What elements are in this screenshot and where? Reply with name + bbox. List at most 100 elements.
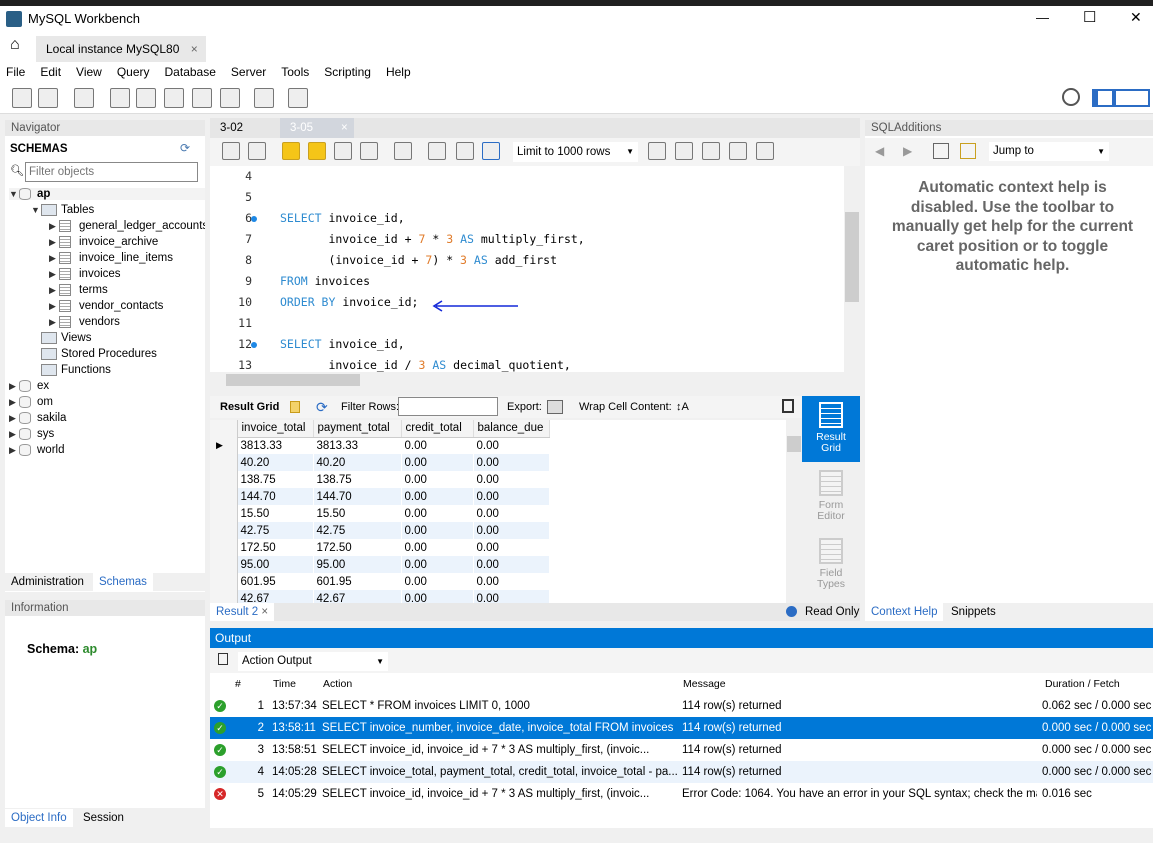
search-table-data-icon[interactable] xyxy=(254,88,274,108)
find-icon[interactable] xyxy=(702,142,720,160)
grid-cell[interactable]: 15.50 xyxy=(313,505,402,522)
grid-cell[interactable]: 172.50 xyxy=(313,539,402,556)
column-header[interactable]: balance_due xyxy=(473,420,550,438)
grid-cell[interactable]: 42.75 xyxy=(237,522,314,539)
open-file-icon[interactable] xyxy=(222,142,240,160)
sql-editor[interactable]: 4 5 6 SELECT invoice_id, 7 invoice_id + 7 * … xyxy=(210,166,844,372)
expand-icon[interactable]: ▶ xyxy=(49,269,59,280)
grid-cell[interactable]: 42.75 xyxy=(313,522,402,539)
grid-cell[interactable]: 0.00 xyxy=(401,573,474,590)
table-item[interactable]: ▶ vendors xyxy=(49,316,205,328)
grid-cell[interactable]: 0.00 xyxy=(401,539,474,556)
schema-sakila[interactable]: ▶ sakila xyxy=(9,412,66,424)
column-header[interactable]: invoice_total xyxy=(237,420,314,438)
grid-cell[interactable]: 0.00 xyxy=(401,471,474,488)
expand-icon[interactable]: ▶ xyxy=(49,285,59,296)
close-tab-icon[interactable]: × xyxy=(341,122,348,134)
row-header[interactable] xyxy=(210,454,238,471)
table-row[interactable]: ▶ 3813.33 3813.33 0.00 0.00 xyxy=(210,437,550,454)
folder-views[interactable]: Views xyxy=(41,332,91,344)
filter-rows-input[interactable] xyxy=(398,397,498,416)
create-table-icon[interactable] xyxy=(136,88,156,108)
row-header[interactable] xyxy=(210,573,238,590)
settings-gear-icon[interactable] xyxy=(1062,88,1080,106)
collapse-icon[interactable]: ▼ xyxy=(31,205,41,215)
tab-administration[interactable]: Administration xyxy=(5,573,90,591)
table-row[interactable]: 42.75 42.75 0.00 0.00 xyxy=(210,522,550,539)
output-row[interactable]: ✓ 1 13:57:34 SELECT * FROM invoices LIMIT 0… xyxy=(210,695,1153,717)
wrap-icon[interactable]: ↕A xyxy=(676,396,689,418)
table-row[interactable]: 15.50 15.50 0.00 0.00 xyxy=(210,505,550,522)
grid-cell[interactable]: 172.50 xyxy=(237,539,314,556)
tab-object-info[interactable]: Object Info xyxy=(5,809,73,827)
grid-cell[interactable]: 0.00 xyxy=(473,454,550,471)
close-tab-icon[interactable]: × xyxy=(261,606,268,618)
schema-world[interactable]: ▶ world xyxy=(9,444,64,456)
menu-server[interactable]: Server xyxy=(231,62,266,82)
grid-cell[interactable]: 0.00 xyxy=(401,556,474,573)
close-button[interactable]: ✕ xyxy=(1130,9,1142,26)
copy-icon[interactable] xyxy=(218,653,228,665)
grid-cell[interactable]: 0.00 xyxy=(473,590,550,603)
column-header[interactable]: Action xyxy=(323,673,352,695)
grid-cell[interactable]: 3813.33 xyxy=(237,437,314,454)
toggle-error-stop-icon[interactable] xyxy=(394,142,412,160)
menu-file[interactable]: File xyxy=(6,62,25,82)
forward-icon[interactable]: ▶ xyxy=(903,144,912,158)
tab-3-02[interactable]: 3-02 xyxy=(210,118,253,138)
grid-cell[interactable]: 0.00 xyxy=(473,471,550,488)
grid-cell[interactable]: 144.70 xyxy=(313,488,402,505)
save-icon[interactable] xyxy=(248,142,266,160)
menu-query[interactable]: Query xyxy=(117,62,150,82)
table-row[interactable]: 42.67 42.67 0.00 0.00 xyxy=(210,590,550,603)
expand-icon[interactable]: ▶ xyxy=(9,381,19,392)
grid-columns-icon[interactable] xyxy=(290,401,300,413)
schema-om[interactable]: ▶ om xyxy=(9,396,53,408)
export-icon[interactable] xyxy=(547,400,563,414)
expand-icon[interactable]: ▶ xyxy=(9,413,19,424)
tab-result-2[interactable]: Result 2 × xyxy=(210,603,275,621)
row-header[interactable]: ▶ xyxy=(210,437,238,454)
reconnect-icon[interactable] xyxy=(288,88,308,108)
wrap-lines-icon[interactable] xyxy=(756,142,774,160)
rollback-icon[interactable] xyxy=(456,142,474,160)
grid-cell[interactable]: 0.00 xyxy=(401,505,474,522)
grid-cell[interactable]: 42.67 xyxy=(313,590,402,603)
grid-cell[interactable]: 0.00 xyxy=(473,539,550,556)
editor-vscrollbar[interactable] xyxy=(844,166,860,372)
grid-cell[interactable]: 601.95 xyxy=(237,573,314,590)
side-form-editor-button[interactable]: Form Editor xyxy=(802,464,860,530)
side-result-grid-button[interactable]: Result Grid xyxy=(802,396,860,462)
explain-icon[interactable] xyxy=(334,142,352,160)
table-row[interactable]: 138.75 138.75 0.00 0.00 xyxy=(210,471,550,488)
editor-hscrollbar[interactable] xyxy=(210,372,860,388)
schema-ex[interactable]: ▶ ex xyxy=(9,380,49,392)
grid-cell[interactable]: 0.00 xyxy=(473,573,550,590)
grid-cell[interactable]: 40.20 xyxy=(237,454,314,471)
row-header[interactable] xyxy=(210,471,238,488)
column-header[interactable]: Duration / Fetch xyxy=(1045,673,1120,695)
table-row[interactable]: 601.95 601.95 0.00 0.00 xyxy=(210,573,550,590)
beautify-icon[interactable] xyxy=(675,142,693,160)
grid-cell[interactable]: 0.00 xyxy=(473,556,550,573)
expand-icon[interactable]: ▶ xyxy=(9,397,19,408)
grid-cell[interactable]: 0.00 xyxy=(473,437,550,454)
expand-icon[interactable]: ▶ xyxy=(49,253,59,264)
column-header[interactable]: payment_total xyxy=(313,420,402,438)
grid-cell[interactable]: 42.67 xyxy=(237,590,314,603)
new-sql-tab-icon[interactable] xyxy=(12,88,32,108)
refresh-icon[interactable]: ⟳ xyxy=(180,141,190,155)
grid-cell[interactable]: 601.95 xyxy=(313,573,402,590)
inspector-icon[interactable] xyxy=(74,88,94,108)
schema-sys[interactable]: ▶ sys xyxy=(9,428,54,440)
table-row[interactable]: 144.70 144.70 0.00 0.00 xyxy=(210,488,550,505)
grid-cell[interactable]: 0.00 xyxy=(401,488,474,505)
row-header[interactable] xyxy=(210,556,238,573)
folder-functions[interactable]: Functions xyxy=(41,364,111,376)
grid-cell[interactable]: 95.00 xyxy=(313,556,402,573)
create-view-icon[interactable] xyxy=(164,88,184,108)
table-item[interactable]: ▶ terms xyxy=(49,284,205,296)
create-procedure-icon[interactable] xyxy=(192,88,212,108)
side-field-types-button[interactable]: Field Types xyxy=(802,532,860,598)
grid-cell[interactable]: 0.00 xyxy=(401,454,474,471)
